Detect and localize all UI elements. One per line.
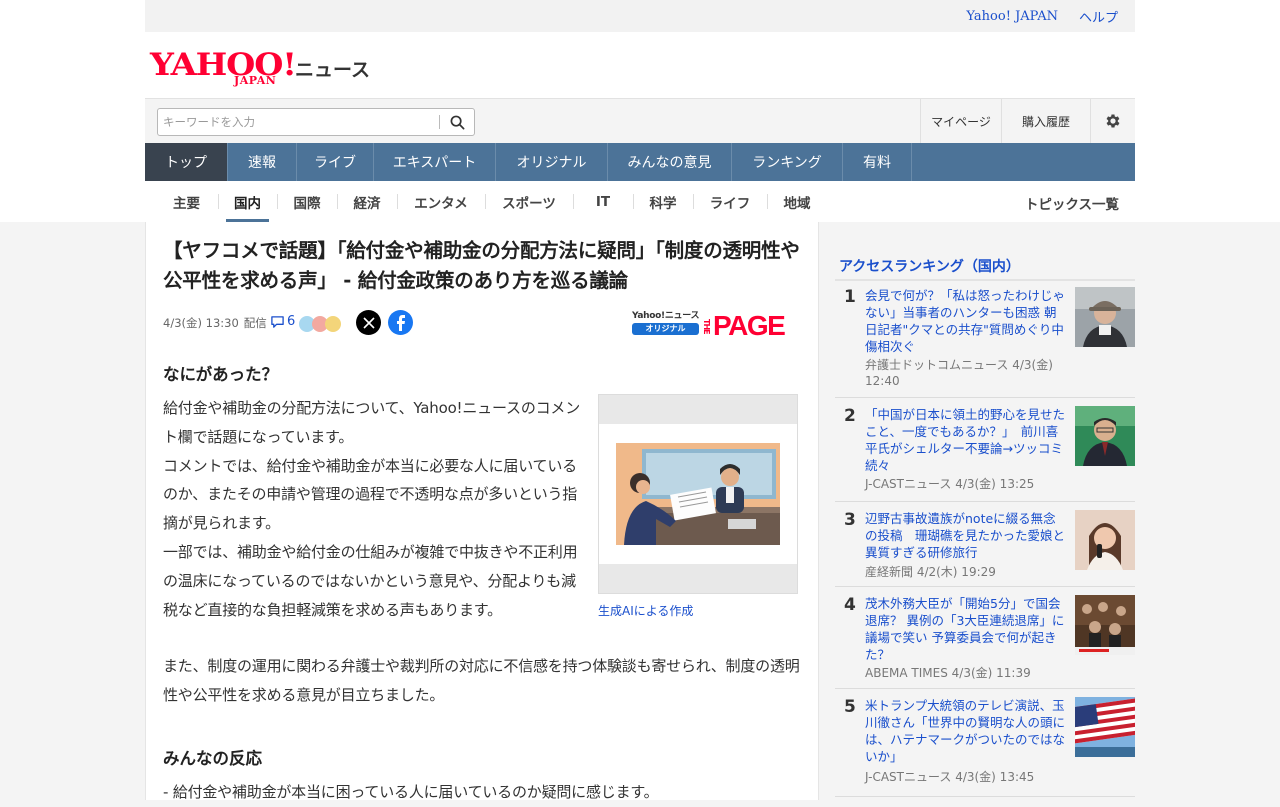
rank-title[interactable]: 米トランプ大統領のテレビ演説、玉川徹さん「世界中の賢明な人の頭には、ハテナマーク… — [865, 697, 1065, 765]
subnav-local[interactable]: 地域 — [767, 181, 827, 222]
settings-button[interactable] — [1090, 99, 1135, 143]
figure-image-frame — [599, 424, 797, 564]
rank-title[interactable]: 辺野古事故遺族がnoteに綴る無念の投稿 珊瑚礁を見たかった愛娘と異質すぎる研修… — [865, 510, 1065, 561]
subnav-it[interactable]: IT — [573, 181, 633, 222]
rank-number: 4 — [844, 595, 856, 615]
man-in-suit-photo[interactable] — [1075, 406, 1135, 466]
global-nav: トップ 速報 ライブ エキスパート オリジナル みんなの意見 ランキング 有料 — [145, 143, 1135, 181]
mypage-link[interactable]: マイページ — [920, 99, 1001, 143]
section-what-happened-title: なにがあった？ — [163, 365, 279, 384]
share-facebook-button[interactable] — [388, 310, 413, 335]
ranking-item[interactable]: 2 「中国が日本に領土的野心を見せたこと、一度でもあるか？」 前川喜平氏がシェル… — [835, 406, 1135, 502]
article: 【ヤフコメで話題】「給付金や補助金の分配方法に疑問」「制度の透明性や公平性を求め… — [145, 222, 819, 801]
yahoo-japan-link[interactable]: Yahoo! JAPAN — [966, 9, 1058, 24]
gnav-ranking[interactable]: ランキング — [732, 143, 843, 181]
us-flag-photo[interactable] — [1075, 697, 1135, 757]
comment-count: 6 — [287, 314, 296, 329]
gnav-breaking[interactable]: 速報 — [228, 143, 297, 181]
subnav-sports[interactable]: スポーツ — [485, 181, 573, 222]
ranking-title-divider — [835, 279, 1135, 281]
help-link[interactable]: ヘルプ — [1079, 7, 1118, 26]
rank-title[interactable]: 茂木外務大臣が「開始5分」で国会退席？ 異例の「3大臣連続退席」に議場で笑い 予… — [865, 595, 1065, 663]
yahoo-news-logo[interactable]: YAHOO! JAPAN ニュース — [150, 41, 370, 89]
ranking-item[interactable]: 1 会見で何が？「私は怒ったわけじゃない」当事者のハンターも困惑 朝日記者"クマ… — [835, 287, 1135, 398]
parliament-photo[interactable] — [1075, 595, 1135, 655]
subnav-domestic[interactable]: 国内 — [218, 181, 277, 222]
ranking-title[interactable]: アクセスランキング（国内） — [839, 256, 1020, 276]
article-paragraph: また、制度の運用に関わる弁護士や裁判所の対応に不信感を持つ体験談も寄せられ、制度… — [163, 657, 800, 704]
section-reactions-title: みんなの反応 — [163, 749, 262, 768]
woman-with-microphone-photo[interactable] — [1075, 510, 1135, 570]
rank-source: J-CASTニュース 4/3(金) 13:45 — [865, 770, 1035, 784]
rank-title[interactable]: 「中国が日本に領土的野心を見せたこと、一度でもあるか？」 前川喜平氏がシェルター… — [865, 406, 1065, 474]
article-headline: 【ヤフコメで話題】「給付金や補助金の分配方法に疑問」「制度の透明性や公平性を求め… — [163, 239, 800, 292]
share-x-button[interactable] — [356, 310, 381, 335]
search-box — [157, 108, 475, 136]
origin-badge-label: オリジナル — [632, 323, 699, 335]
ranking-item[interactable]: 3 辺野古事故遺族がnoteに綴る無念の投稿 珊瑚礁を見たかった愛娘と異質すぎる… — [835, 510, 1135, 587]
provider-logo-page: PAGE — [713, 310, 786, 341]
provider-logo[interactable]: THE PAGE — [702, 310, 786, 342]
logo-japan-text: JAPAN — [234, 74, 277, 87]
search-button[interactable] — [440, 109, 474, 135]
purchase-history-link[interactable]: 購入履歴 — [1001, 99, 1090, 143]
article-distribution-label: 配信 — [243, 316, 267, 330]
comment-link[interactable]: 6 — [270, 314, 295, 329]
ranking-item[interactable]: 5 米トランプ大統領のテレビ演説、玉川徹さん「世界中の賢明な人の頭には、ハテナマ… — [835, 697, 1135, 797]
article-figure[interactable] — [598, 394, 798, 594]
rank-source: J-CASTニュース 4/3(金) 13:25 — [865, 477, 1035, 491]
gnav-opinions[interactable]: みんなの意見 — [608, 143, 732, 181]
subnav-international[interactable]: 国際 — [277, 181, 337, 222]
subnav-life[interactable]: ライフ — [693, 181, 767, 222]
article-paragraph: コメントでは、給付金や補助金が本当に必要な人に届いているのか、またその申請や管理… — [163, 456, 578, 533]
subnav-science[interactable]: 科学 — [633, 181, 693, 222]
gnav-paid[interactable]: 有料 — [843, 143, 912, 181]
gnav-live[interactable]: ライブ — [297, 143, 374, 181]
man-with-cap-photo[interactable] — [1075, 287, 1135, 347]
reaction-face-icon — [325, 316, 341, 332]
subnav-main[interactable]: 主要 — [155, 181, 218, 222]
figure-caption[interactable]: 生成AIによる作成 — [598, 602, 693, 619]
subnav-entertainment[interactable]: エンタメ — [397, 181, 485, 222]
header-actions: マイページ 購入履歴 — [920, 99, 1135, 143]
search-input[interactable] — [158, 115, 439, 129]
category-nav: 主要 国内 国際 経済 エンタメ スポーツ IT 科学 ライフ 地域 トピックス… — [145, 181, 1135, 222]
search-icon — [450, 115, 464, 129]
rank-source: 弁護士ドットコムニュース 4/3(金) 12:40 — [865, 358, 1053, 388]
comment-icon — [271, 315, 284, 328]
ranking-item[interactable]: 4 茂木外務大臣が「開始5分」で国会退席？ 異例の「3大臣連続退席」に議場で笑い… — [835, 595, 1135, 689]
article-date: 4/3(金) 13:30 — [163, 316, 239, 330]
reaction-faces[interactable] — [299, 316, 341, 332]
rank-source: 産経新聞 4/2(木) 19:29 — [865, 565, 996, 579]
subnav-economy[interactable]: 経済 — [337, 181, 397, 222]
article-meta: 4/3(金) 13:30 配信 — [163, 315, 267, 331]
gnav-top[interactable]: トップ — [145, 143, 228, 181]
rank-title[interactable]: 会見で何が？「私は怒ったわけじゃない」当事者のハンターも困惑 朝日記者"クマとの… — [865, 287, 1065, 355]
article-paragraph: 給付金や補助金の分配方法について、Yahoo!ニュースのコメント欄で話題になって… — [163, 399, 581, 446]
facebook-logo-icon — [396, 314, 405, 331]
reaction-item: - 給付金や補助金が本当に困っている人に届いているのか疑問に感じます。 — [163, 783, 659, 801]
article-body-top: 給付金や補助金の分配方法について、Yahoo!ニュースのコメント欄で話題になって… — [163, 394, 581, 624]
gnav-expert[interactable]: エキスパート — [374, 143, 496, 181]
utility-links: Yahoo! JAPAN ヘルプ — [145, 0, 1135, 32]
provider-logo-the: THE — [702, 318, 711, 334]
rank-number: 5 — [844, 697, 856, 717]
article-body-bottom: また、制度の運用に関わる弁護士や裁判所の対応に不信感を持つ体験談も寄せられ、制度… — [163, 652, 808, 710]
rank-source: ABEMA TIMES 4/3(金) 11:39 — [865, 666, 1031, 680]
logo-news-text: ニュース — [295, 59, 371, 81]
rank-number: 2 — [844, 406, 856, 426]
topics-list-link[interactable]: トピックス一覧 — [1025, 193, 1119, 213]
logo-row: YAHOO! JAPAN ニュース — [145, 32, 1135, 98]
search-bar: マイページ 購入履歴 — [145, 98, 1135, 143]
rank-number: 3 — [844, 510, 856, 530]
yahoo-news-original-badge: Yahoo!ニュース オリジナル — [632, 308, 704, 336]
ai-generated-illustration — [616, 443, 780, 545]
x-logo-icon — [362, 316, 375, 329]
article-paragraph: 一部では、補助金や給付金の仕組みが複雑で中抜きや不正利用の温床になっているのでは… — [163, 542, 578, 619]
rank-number: 1 — [844, 287, 856, 307]
gear-icon — [1106, 114, 1120, 128]
gnav-original[interactable]: オリジナル — [496, 143, 608, 181]
origin-label: Yahoo!ニュース — [632, 311, 700, 321]
